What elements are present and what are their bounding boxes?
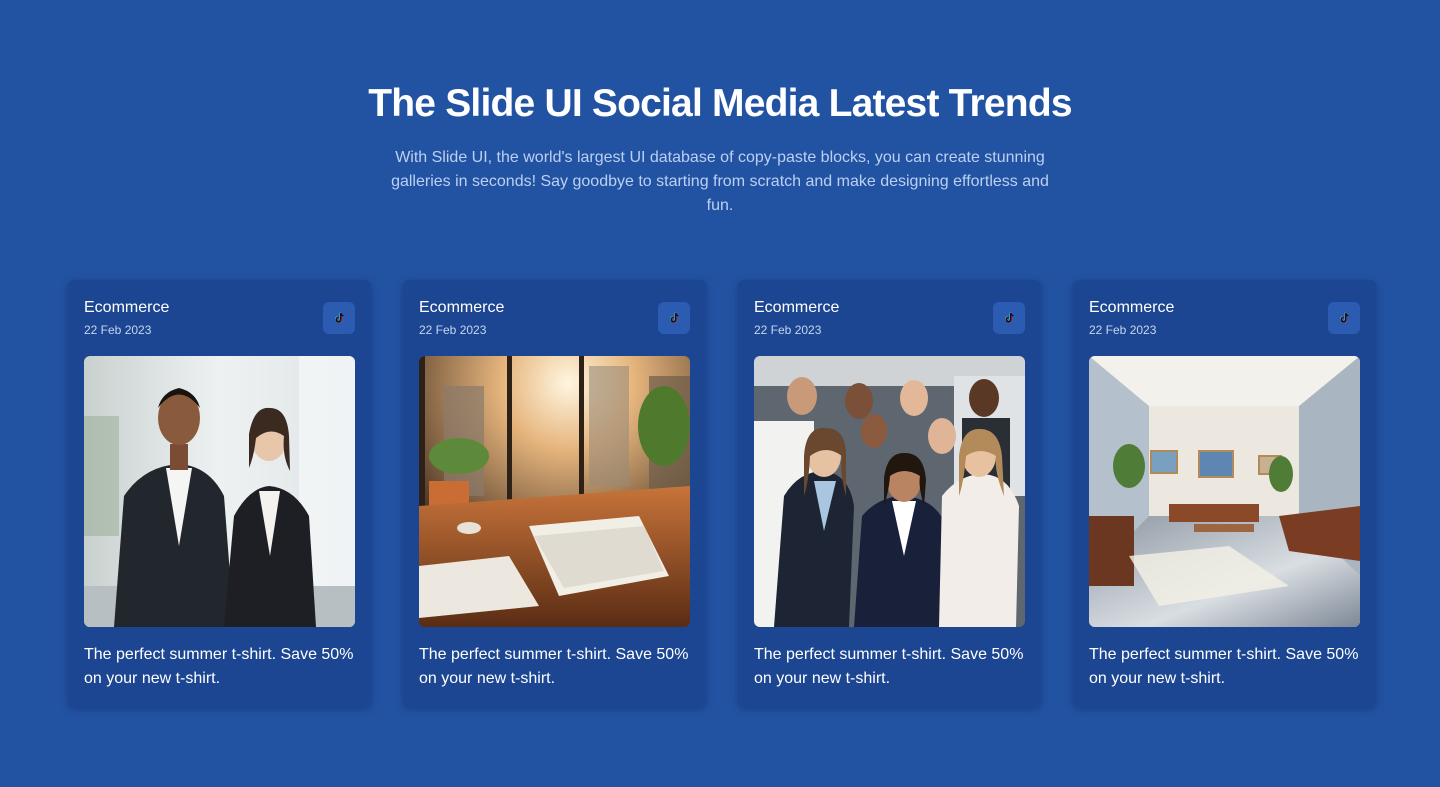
hero-section: The Slide UI Social Media Latest Trends … <box>0 78 1440 218</box>
card-text: The perfect summer t-shirt. Save 50% on … <box>84 646 354 687</box>
post-card[interactable]: Ecommerce 22 Feb 2023 The perfect summer… <box>403 280 706 707</box>
post-card[interactable]: Ecommerce 22 Feb 2023 The perfect summer… <box>68 280 371 707</box>
card-category: Ecommerce <box>1089 299 1175 316</box>
card-image[interactable] <box>754 356 1025 627</box>
card-text: The perfect summer t-shirt. Save 50% on … <box>419 646 689 687</box>
page-title: The Slide UI Social Media Latest Trends <box>368 82 1072 125</box>
page-description: With Slide UI, the world's largest UI da… <box>391 149 1049 214</box>
office-lounge-interior-photo <box>1089 356 1360 627</box>
card-date: 22 Feb 2023 <box>754 323 822 337</box>
card-image[interactable] <box>1089 356 1360 627</box>
tiktok-icon <box>670 312 679 323</box>
card-text: The perfect summer t-shirt. Save 50% on … <box>754 646 1024 687</box>
card-image[interactable] <box>84 356 355 627</box>
card-date: 22 Feb 2023 <box>84 323 152 337</box>
tiktok-icon <box>1340 312 1349 323</box>
tiktok-button[interactable] <box>658 302 690 334</box>
card-image[interactable] <box>419 356 690 627</box>
card-date: 22 Feb 2023 <box>1089 323 1157 337</box>
tiktok-icon <box>335 312 344 323</box>
two-business-people-photo <box>84 356 355 627</box>
tiktok-button[interactable] <box>993 302 1025 334</box>
card-date: 22 Feb 2023 <box>419 323 487 337</box>
card-grid: Ecommerce 22 Feb 2023 The perfect summer… <box>68 280 1376 707</box>
post-card[interactable]: Ecommerce 22 Feb 2023 The perfect summer… <box>738 280 1041 707</box>
tiktok-button[interactable] <box>323 302 355 334</box>
sunlit-office-desk-photo <box>419 356 690 627</box>
business-team-group-photo <box>754 356 1025 627</box>
card-category: Ecommerce <box>419 299 505 316</box>
tiktok-icon <box>1005 312 1014 323</box>
card-category: Ecommerce <box>84 299 170 316</box>
tiktok-button[interactable] <box>1328 302 1360 334</box>
card-category: Ecommerce <box>754 299 840 316</box>
post-card[interactable]: Ecommerce 22 Feb 2023 The perfect summer… <box>1073 280 1376 707</box>
card-text: The perfect summer t-shirt. Save 50% on … <box>1089 646 1359 687</box>
